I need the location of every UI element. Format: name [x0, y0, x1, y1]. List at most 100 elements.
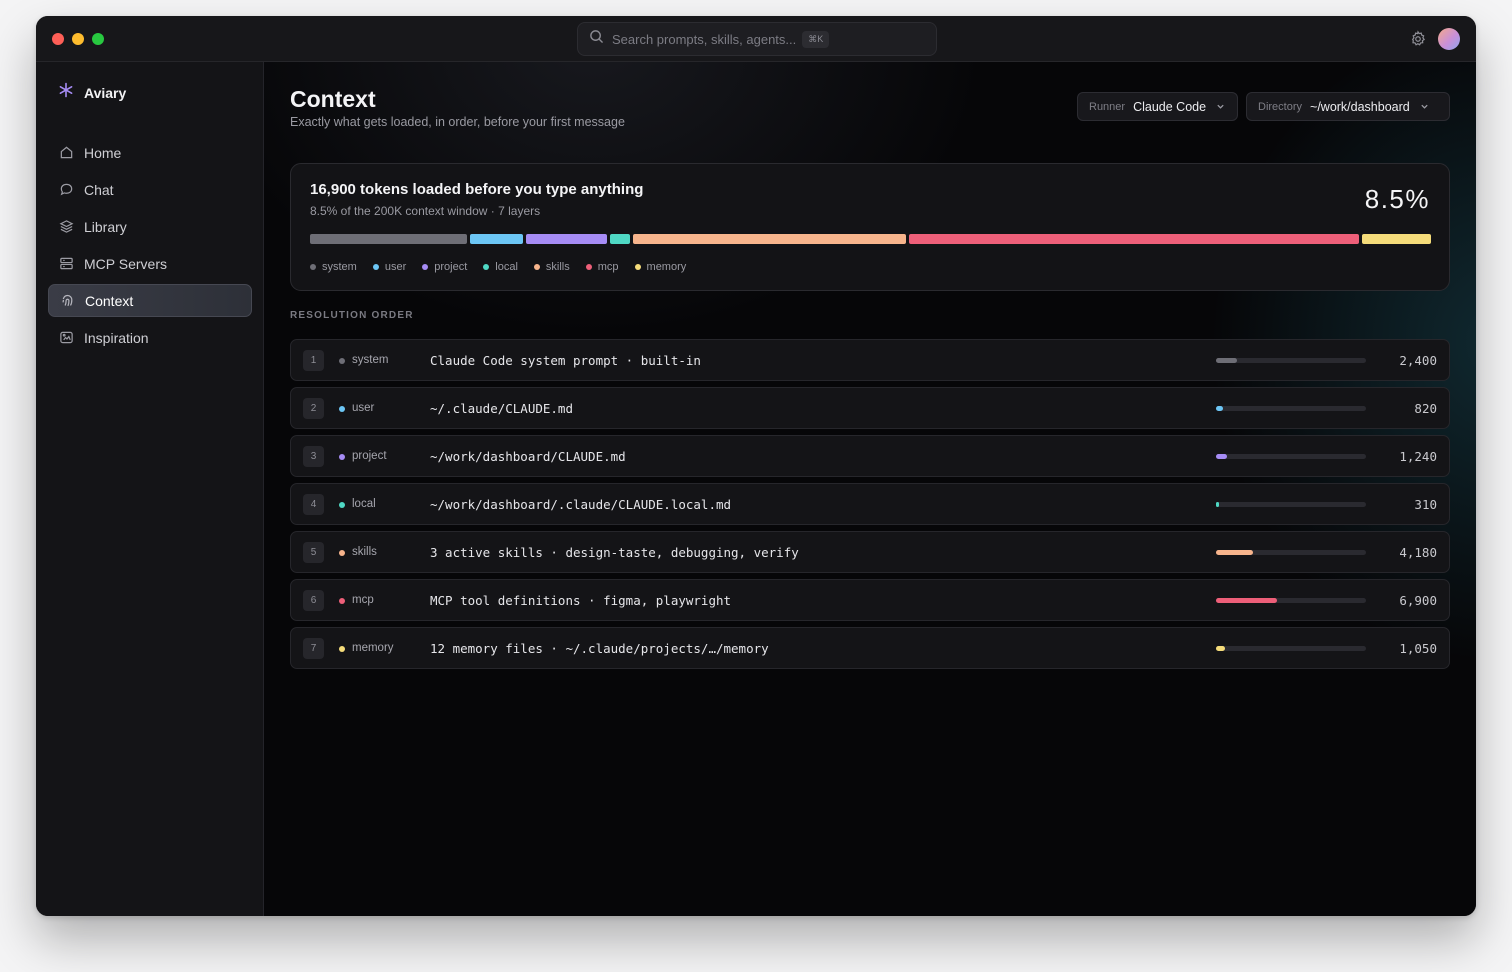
stack-segment-mcp	[909, 234, 1360, 244]
layer-row-system[interactable]: 1 system Claude Code system prompt · built…	[290, 339, 1450, 381]
layer-color-dot	[339, 598, 345, 604]
layer-order-number: 5	[303, 542, 324, 563]
layer-color-dot	[339, 358, 345, 364]
sidebar-item-home[interactable]: Home	[48, 136, 252, 169]
minimize-window-button[interactable]	[72, 33, 84, 45]
stack-segment-system	[310, 234, 467, 244]
layer-order-number: 2	[303, 398, 324, 419]
sidebar-item-mcp-servers[interactable]: MCP Servers	[48, 247, 252, 280]
layer-order-number: 4	[303, 494, 324, 515]
layer-name: project	[352, 450, 387, 462]
layer-source: ~/work/dashboard/CLAUDE.md	[430, 449, 626, 464]
layer-source: ~/work/dashboard/.claude/CLAUDE.local.md	[430, 497, 732, 512]
stack-segment-local	[610, 234, 631, 244]
token-share-fill	[1216, 502, 1219, 507]
layer-source: Claude Code system prompt · built-in	[430, 353, 701, 368]
directory-select[interactable]: Directory ~/work/dashboard	[1246, 92, 1450, 121]
app-window: Search prompts, skills, agents... ⌘K Avi…	[36, 16, 1476, 916]
search-input[interactable]: Search prompts, skills, agents... ⌘K	[577, 22, 937, 56]
sidebar-item-chat[interactable]: Chat	[48, 173, 252, 206]
sidebar-item-label: Chat	[84, 181, 114, 198]
token-share-bar	[1216, 454, 1366, 459]
chat-icon	[58, 182, 74, 198]
layer-color-dot	[339, 454, 345, 460]
home-icon	[58, 145, 74, 161]
legend-label: skills	[545, 261, 570, 273]
token-share-bar	[1216, 550, 1366, 555]
legend-item-project: project	[422, 261, 467, 273]
legend-item-user: user	[372, 261, 406, 273]
legend-dot	[372, 264, 379, 270]
token-summary-card: 16,900 tokens loaded before you type any…	[290, 163, 1450, 291]
section-label: RESOLUTION ORDER	[290, 310, 414, 321]
layer-token-count: 1,240	[1399, 449, 1437, 464]
legend-item-local: local	[483, 261, 518, 273]
layer-row-project[interactable]: 3 project ~/work/dashboard/CLAUDE.md 1,240	[290, 435, 1450, 477]
page-subtitle: Exactly what gets loaded, in order, befo…	[290, 115, 625, 129]
layer-row-local[interactable]: 4 local ~/work/dashboard/.claude/CLAUDE.lo…	[290, 483, 1450, 525]
layer-token-count: 820	[1414, 401, 1437, 416]
directory-value: ~/work/dashboard	[1310, 99, 1410, 114]
layer-row-skills[interactable]: 5 skills 3 active skills · design-taste, d…	[290, 531, 1450, 573]
legend-dot	[310, 264, 316, 270]
legend-label: memory	[646, 261, 687, 273]
sidebar-item-context[interactable]: Context	[48, 284, 252, 317]
chevron-down-icon	[1410, 98, 1429, 116]
search-placeholder: Search prompts, skills, agents...	[612, 31, 797, 47]
runner-select[interactable]: Runner Claude Code	[1077, 92, 1238, 121]
token-share-fill	[1216, 598, 1278, 603]
legend-dot	[422, 264, 429, 270]
layer-color-dot	[339, 646, 345, 652]
sidebar: Aviary Home Chat Library MCP Servers Con…	[36, 62, 264, 916]
legend-dot	[483, 264, 490, 270]
token-share-bar	[1216, 358, 1366, 363]
gear-icon[interactable]	[1409, 30, 1427, 53]
runner-label: Runner	[1089, 100, 1126, 113]
page-title: Context	[290, 86, 376, 112]
legend-label: local	[495, 261, 518, 273]
stack-segment-memory	[1362, 234, 1431, 244]
layer-color-dot	[339, 406, 345, 412]
close-window-button[interactable]	[52, 33, 64, 45]
sidebar-item-library[interactable]: Library	[48, 210, 252, 243]
token-share-bar	[1216, 502, 1366, 507]
layer-source: ~/.claude/CLAUDE.md	[430, 401, 573, 416]
layer-token-count: 6,900	[1399, 593, 1437, 608]
layer-order-number: 3	[303, 446, 324, 467]
legend-item-memory: memory	[634, 261, 687, 273]
layer-token-count: 310	[1414, 497, 1437, 512]
sidebar-item-inspiration[interactable]: Inspiration	[48, 321, 252, 354]
layer-source: 3 active skills · design-taste, debuggin…	[430, 545, 799, 560]
asterisk-logo-icon	[58, 82, 74, 103]
layer-order-number: 6	[303, 590, 324, 611]
brand-name: Aviary	[84, 84, 127, 101]
layer-color-dot	[339, 502, 345, 508]
stack-segment-user	[469, 234, 524, 244]
layer-row-mcp[interactable]: 6 mcp MCP tool definitions · figma, playwr…	[290, 579, 1450, 621]
brand: Aviary	[58, 82, 126, 103]
legend-dot	[533, 264, 540, 270]
legend-label: project	[434, 261, 468, 273]
legend-item-skills: skills	[533, 261, 570, 273]
sidebar-item-label: Home	[84, 144, 122, 161]
token-share-bar	[1216, 598, 1366, 603]
token-share-fill	[1216, 646, 1226, 651]
legend-label: system	[322, 261, 357, 273]
stack-segment-project	[526, 234, 608, 244]
token-share-bar	[1216, 646, 1366, 651]
layer-row-user[interactable]: 2 user ~/.claude/CLAUDE.md 820	[290, 387, 1450, 429]
sidebar-item-label: Library	[84, 218, 127, 235]
layer-token-count: 2,400	[1399, 353, 1437, 368]
main-content: Context Exactly what gets loaded, in ord…	[264, 62, 1476, 916]
legend-item-mcp: mcp	[585, 261, 619, 273]
layer-stack-bar	[310, 234, 1431, 244]
layers-icon	[58, 219, 74, 235]
layer-row-memory[interactable]: 7 memory 12 memory files · ~/.claude/proje…	[290, 627, 1450, 669]
legend-item-system: system	[310, 261, 357, 273]
layer-name: memory	[352, 642, 394, 654]
avatar[interactable]	[1438, 28, 1460, 50]
maximize-window-button[interactable]	[92, 33, 104, 45]
layer-token-count: 1,050	[1399, 641, 1437, 656]
layer-name: user	[352, 402, 375, 414]
layer-legend: system user project local skills mcp memory	[310, 261, 702, 273]
